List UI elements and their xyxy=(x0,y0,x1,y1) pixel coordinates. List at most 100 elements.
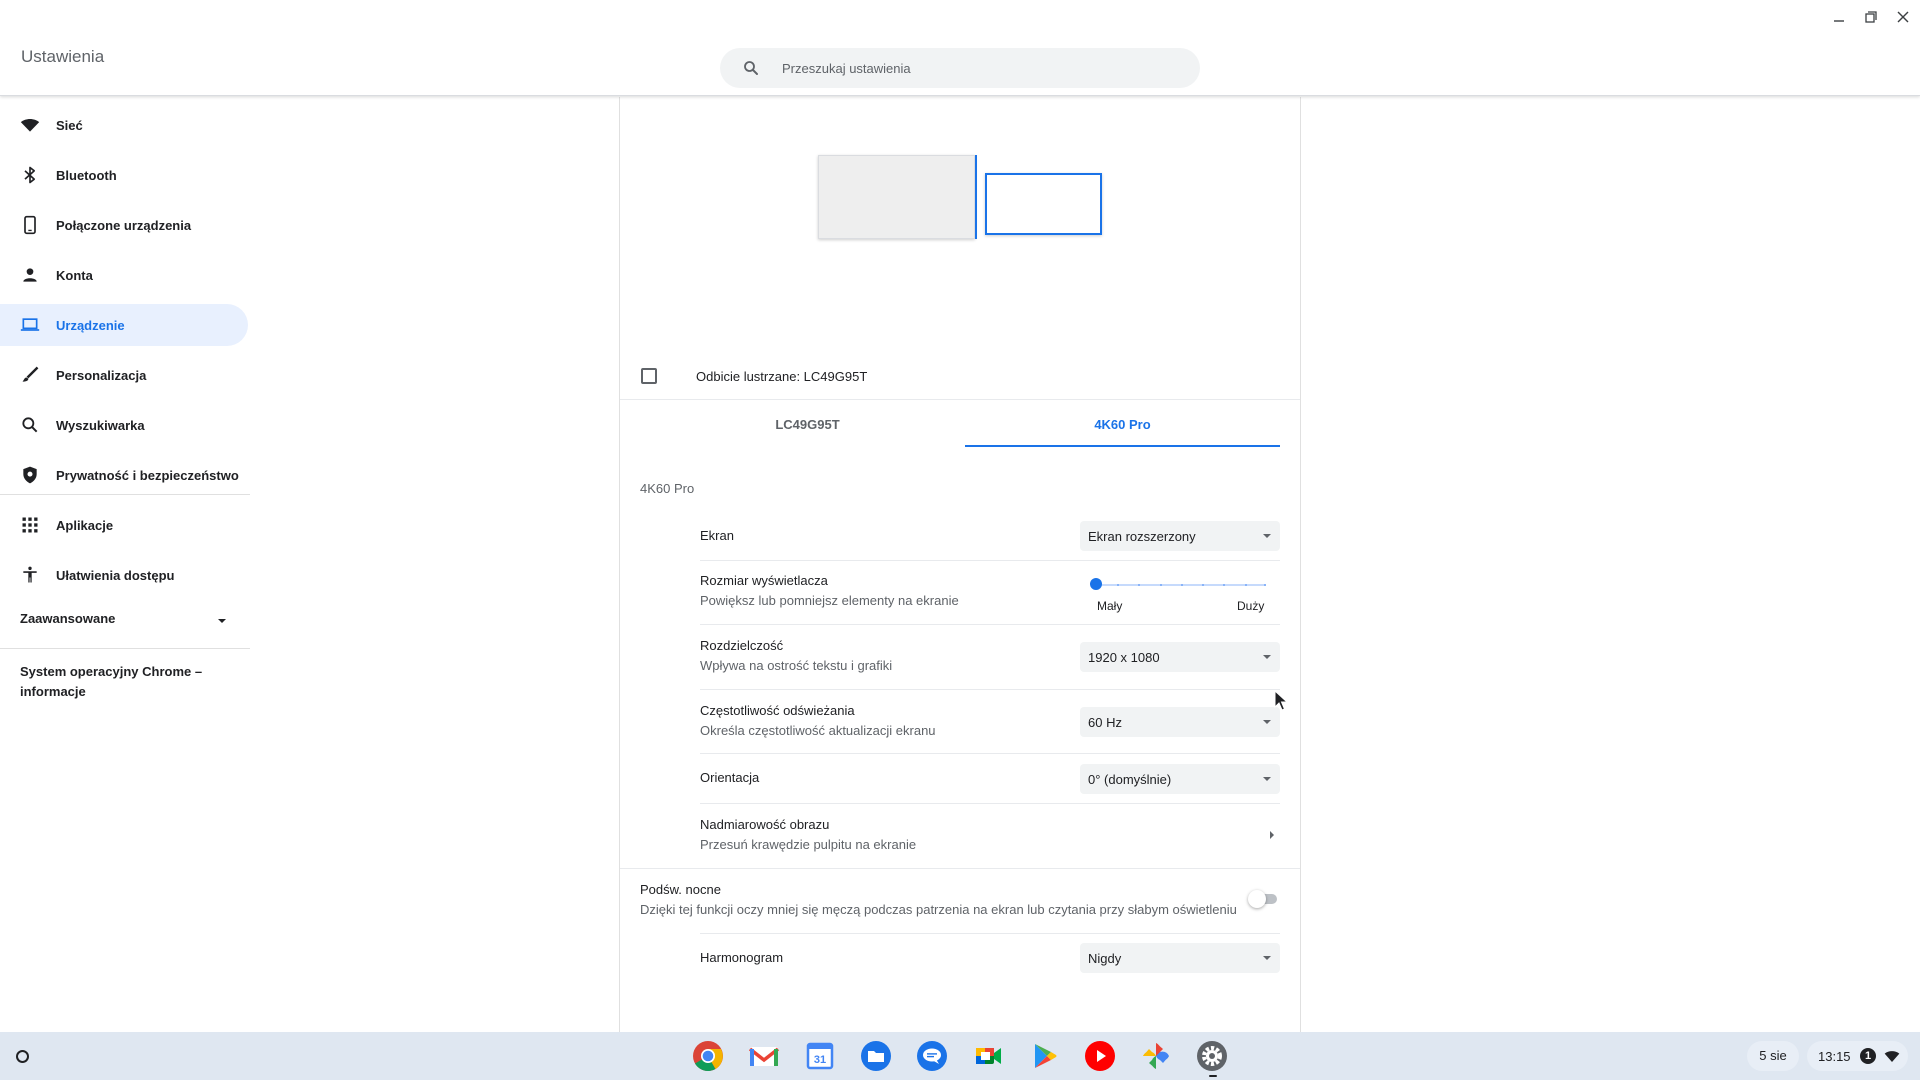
night-light-toggle[interactable] xyxy=(1248,890,1278,908)
dropdown-arrow-icon xyxy=(1260,715,1274,729)
display-arrangement-monitor-lc49g95t[interactable] xyxy=(818,155,975,239)
divider xyxy=(620,868,1300,869)
sidebar-item-bluetooth[interactable]: Bluetooth xyxy=(0,154,248,196)
apps-grid-icon xyxy=(20,515,40,535)
sidebar-item-label: Personalizacja xyxy=(56,367,147,383)
sidebar-item-label: Bluetooth xyxy=(56,167,117,183)
search-input[interactable] xyxy=(782,48,1182,88)
divider xyxy=(700,803,1280,804)
tab-4k60-pro[interactable]: 4K60 Pro xyxy=(965,403,1280,447)
sidebar-item-accessibility[interactable]: Ułatwienia dostępu xyxy=(0,554,248,596)
chevron-right-icon xyxy=(1265,828,1279,842)
sidebar-item-label: Urządzenie xyxy=(56,317,125,333)
brush-icon xyxy=(20,365,40,385)
advanced-toggle[interactable]: Zaawansowane xyxy=(20,611,230,631)
running-app-indicator xyxy=(1209,1075,1217,1077)
about-chrome-os-link[interactable]: System operacyjny Chrome – informacje xyxy=(20,662,220,702)
section-title: 4K60 Pro xyxy=(640,481,695,496)
search-box[interactable] xyxy=(720,48,1200,88)
screen-label: Ekran xyxy=(700,528,734,543)
night-light-label: Podśw. nocne xyxy=(640,882,721,897)
screen-mode-select[interactable]: Ekran rozszerzony xyxy=(1080,521,1280,551)
orientation-label: Orientacja xyxy=(700,770,760,785)
meet-app-icon[interactable] xyxy=(971,1039,1005,1073)
dropdown-arrow-icon xyxy=(1260,529,1274,543)
calendar-day: 31 xyxy=(814,1054,826,1066)
chevron-down-icon xyxy=(214,613,230,629)
wifi-icon xyxy=(1884,1048,1900,1064)
launcher-button[interactable] xyxy=(11,1045,33,1067)
select-value: 1920 x 1080 xyxy=(1088,650,1160,665)
schedule-label: Harmonogram xyxy=(700,950,784,965)
slider-thumb[interactable] xyxy=(1090,578,1102,590)
minimize-icon xyxy=(1834,20,1844,22)
shelf: 31 5 sie 13:15 1 xyxy=(0,1032,1920,1080)
mouse-cursor-icon xyxy=(1274,689,1289,712)
display-arrangement-edge xyxy=(975,155,977,239)
divider xyxy=(0,648,250,649)
resolution-sub: Wpływa na ostrość tekstu i grafiki xyxy=(700,658,893,673)
launcher-icon xyxy=(16,1050,29,1063)
night-light-sub: Dzięki tej funkcji oczy mniej się męczą … xyxy=(640,902,1237,917)
slider-min-label: Mały xyxy=(1097,599,1123,613)
display-arrangement-monitor-4k60[interactable] xyxy=(985,173,1102,235)
sidebar-item-accounts[interactable]: Konta xyxy=(0,254,248,296)
settings-app-icon[interactable] xyxy=(1195,1039,1229,1073)
orientation-select[interactable]: 0° (domyślnie) xyxy=(1080,764,1280,794)
sidebar-item-device[interactable]: Urządzenie xyxy=(0,304,248,346)
messages-app-icon[interactable] xyxy=(915,1039,949,1073)
select-value: 0° (domyślnie) xyxy=(1088,772,1172,787)
display-size-sub: Powiększ lub pomniejsz elementy na ekran… xyxy=(700,593,959,608)
divider xyxy=(0,494,250,495)
sidebar-item-privacy[interactable]: Prywatność i bezpieczeństwo xyxy=(0,454,248,496)
display-size-label: Rozmiar wyświetlacza xyxy=(700,573,828,588)
divider xyxy=(700,689,1280,690)
mirror-checkbox[interactable] xyxy=(641,368,657,384)
sidebar-item-label: Ułatwienia dostępu xyxy=(56,567,175,583)
close-icon xyxy=(1897,11,1909,23)
sidebar-item-personalization[interactable]: Personalizacja xyxy=(0,354,248,396)
schedule-select[interactable]: Nigdy xyxy=(1080,943,1280,973)
overscan-label: Nadmiarowość obrazu xyxy=(700,817,830,832)
date-tray-button[interactable]: 5 sie xyxy=(1747,1041,1799,1071)
minimize-button[interactable] xyxy=(1830,8,1848,26)
dropdown-arrow-icon xyxy=(1260,650,1274,664)
refresh-rate-sub: Określa częstotliwość aktualizacji ekran… xyxy=(700,723,936,738)
close-button[interactable] xyxy=(1894,8,1912,26)
photos-app-icon[interactable] xyxy=(1139,1039,1173,1073)
resolution-select[interactable]: 1920 x 1080 xyxy=(1080,642,1280,672)
slider-tick xyxy=(1245,584,1247,586)
restore-button[interactable] xyxy=(1862,8,1880,26)
sidebar-item-label: Sieć xyxy=(56,117,83,133)
slider-tick xyxy=(1160,584,1162,586)
app-title: Ustawienia xyxy=(21,47,105,66)
mirror-row: Odbicie lustrzane: LC49G95T xyxy=(640,365,1280,389)
calendar-app-icon[interactable]: 31 xyxy=(803,1039,837,1073)
divider xyxy=(700,933,1280,934)
tab-lc49g95t[interactable]: LC49G95T xyxy=(650,403,965,447)
wifi-icon xyxy=(20,115,40,135)
sidebar-item-label: Prywatność i bezpieczeństwo xyxy=(56,467,239,483)
accessibility-icon xyxy=(20,565,40,585)
sidebar-item-apps[interactable]: Aplikacje xyxy=(0,504,248,546)
dropdown-arrow-icon xyxy=(1260,772,1274,786)
bluetooth-icon xyxy=(20,165,40,185)
status-tray-button[interactable]: 13:15 1 xyxy=(1807,1041,1908,1071)
slider-tick xyxy=(1181,584,1183,586)
slider-max-label: Duży xyxy=(1237,599,1265,613)
gmail-app-icon[interactable] xyxy=(747,1039,781,1073)
laptop-icon xyxy=(20,315,40,335)
restore-icon xyxy=(1865,11,1877,23)
play-store-app-icon[interactable] xyxy=(1027,1039,1061,1073)
youtube-app-icon[interactable] xyxy=(1083,1039,1117,1073)
display-settings-card: Odbicie lustrzane: LC49G95T LC49G95T 4K6… xyxy=(619,97,1301,1032)
sidebar-item-network[interactable]: Sieć xyxy=(0,104,248,146)
sidebar-item-search-engine[interactable]: Wyszukiwarka xyxy=(0,404,248,446)
chrome-app-icon[interactable] xyxy=(691,1039,725,1073)
files-app-icon[interactable] xyxy=(859,1039,893,1073)
resolution-label: Rozdzielczość xyxy=(700,638,784,653)
sidebar-item-label: Wyszukiwarka xyxy=(56,417,145,433)
sidebar-item-connected-devices[interactable]: Połączone urządzenia xyxy=(0,204,248,246)
divider xyxy=(620,399,1300,400)
refresh-rate-select[interactable]: 60 Hz xyxy=(1080,707,1280,737)
